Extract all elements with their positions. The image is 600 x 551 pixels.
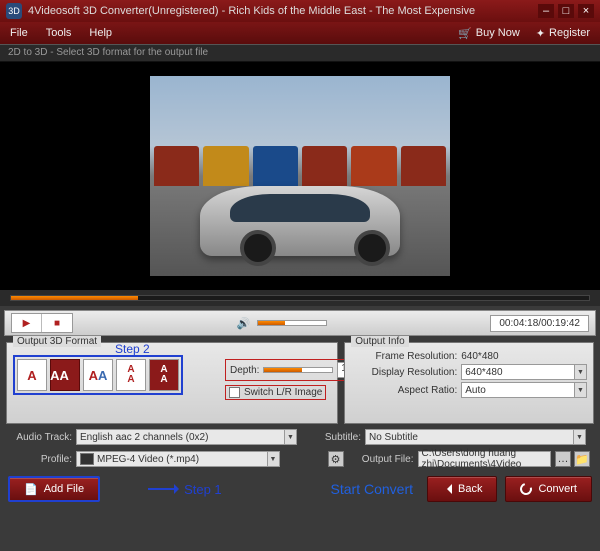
profile-icon xyxy=(80,453,94,465)
output-file-field[interactable]: C:\Users\dong huang zhi\Documents\4Video xyxy=(418,451,552,467)
time-display: 00:04:18/00:19:42 xyxy=(490,315,589,332)
profile-output-row: Profile: MPEG-4 Video (*.mp4)▼ ⚙ Output … xyxy=(0,448,600,470)
volume-slider[interactable] xyxy=(257,320,327,326)
step1-hint: Step 1 xyxy=(148,482,222,497)
convert-icon xyxy=(518,481,534,497)
profile-label: Profile: xyxy=(10,454,72,465)
back-button[interactable]: Back xyxy=(427,476,497,502)
step2-label: Step 2 xyxy=(115,342,150,356)
audio-track-label: Audio Track: xyxy=(10,432,72,443)
chevron-down-icon: ▼ xyxy=(573,430,585,444)
back-arrow-icon xyxy=(442,484,452,494)
display-res-select[interactable]: 640*480▼ xyxy=(461,364,587,380)
bottom-bar: 📄 Add File Step 1 Start Convert Back Con… xyxy=(0,470,600,508)
arrow-right-icon xyxy=(148,488,178,490)
subtitle-label: Subtitle: xyxy=(301,432,361,443)
frame-res-value: 640*480 xyxy=(461,351,498,362)
app-logo-icon: 3D xyxy=(6,3,22,19)
profile-select[interactable]: MPEG-4 Video (*.mp4)▼ xyxy=(76,451,280,467)
format-tab-full[interactable]: AA xyxy=(116,359,146,391)
format-anaglyph[interactable]: A xyxy=(17,359,47,391)
output-info-group: Output Info Frame Resolution:640*480 Dis… xyxy=(344,342,594,424)
chevron-down-icon: ▼ xyxy=(574,383,586,397)
group-title: Output 3D Format xyxy=(13,336,101,347)
subtitle-select[interactable]: No Subtitle▼ xyxy=(365,429,586,445)
depth-label: Depth: xyxy=(230,365,259,376)
chevron-down-icon: ▼ xyxy=(267,452,279,466)
stop-button[interactable]: ■ xyxy=(42,314,72,332)
menu-file[interactable]: File xyxy=(10,27,28,39)
mode-description: 2D to 3D - Select 3D format for the outp… xyxy=(0,44,600,62)
key-icon: ✦ xyxy=(536,27,545,40)
volume-icon: 🔊 xyxy=(237,317,251,330)
audio-profile-row: Audio Track: English aac 2 channels (0x2… xyxy=(0,426,600,448)
play-button[interactable]: ▶ xyxy=(12,314,42,332)
register-link[interactable]: ✦Register xyxy=(536,27,590,40)
video-preview xyxy=(0,62,600,290)
cart-icon: 🛒 xyxy=(458,27,472,40)
format-sbs-half[interactable]: AA xyxy=(83,359,113,391)
menubar: File Tools Help 🛒Buy Now ✦Register xyxy=(0,22,600,44)
display-res-label: Display Resolution: xyxy=(351,367,461,378)
frame-res-label: Frame Resolution: xyxy=(351,351,461,362)
format-sbs-full[interactable]: AA xyxy=(50,359,80,391)
convert-button[interactable]: Convert xyxy=(505,476,592,502)
group-title: Output Info xyxy=(351,336,408,347)
menu-tools[interactable]: Tools xyxy=(46,27,72,39)
format-tab-half[interactable]: AA xyxy=(149,359,179,391)
maximize-button[interactable]: □ xyxy=(558,4,574,18)
chevron-down-icon: ▼ xyxy=(284,430,296,444)
output-3d-format-group: Output 3D Format Step 2 A AA AA AA AA De… xyxy=(6,342,338,424)
switch-lr-label: Switch L/R Image xyxy=(244,387,322,398)
audio-track-select[interactable]: English aac 2 channels (0x2)▼ xyxy=(76,429,297,445)
aspect-label: Aspect Ratio: xyxy=(351,385,461,396)
add-file-icon: 📄 xyxy=(24,483,38,496)
profile-settings-button[interactable]: ⚙ xyxy=(328,451,344,467)
browse-output-button[interactable]: … xyxy=(555,451,571,467)
window-title: 4Videosoft 3D Converter(Unregistered) - … xyxy=(28,5,538,17)
minimize-button[interactable]: – xyxy=(538,4,554,18)
buy-now-link[interactable]: 🛒Buy Now xyxy=(458,27,520,40)
output-file-label: Output File: xyxy=(348,454,414,465)
start-convert-hint: Start Convert xyxy=(331,481,413,497)
add-file-button[interactable]: 📄 Add File xyxy=(8,476,100,502)
chevron-down-icon: ▼ xyxy=(574,365,586,379)
depth-slider[interactable] xyxy=(263,367,333,373)
open-output-button[interactable]: 📁 xyxy=(574,451,590,467)
aspect-ratio-select[interactable]: Auto▼ xyxy=(461,382,587,398)
playback-controls: ▶ ■ 🔊 00:04:18/00:19:42 xyxy=(4,310,596,336)
close-button[interactable]: × xyxy=(578,4,594,18)
preview-frame xyxy=(150,76,450,276)
switch-lr-checkbox[interactable] xyxy=(229,387,240,398)
format-icon-row: A AA AA AA AA xyxy=(13,355,183,395)
titlebar: 3D 4Videosoft 3D Converter(Unregistered)… xyxy=(0,0,600,22)
seek-bar[interactable] xyxy=(0,290,600,306)
menu-help[interactable]: Help xyxy=(89,27,112,39)
